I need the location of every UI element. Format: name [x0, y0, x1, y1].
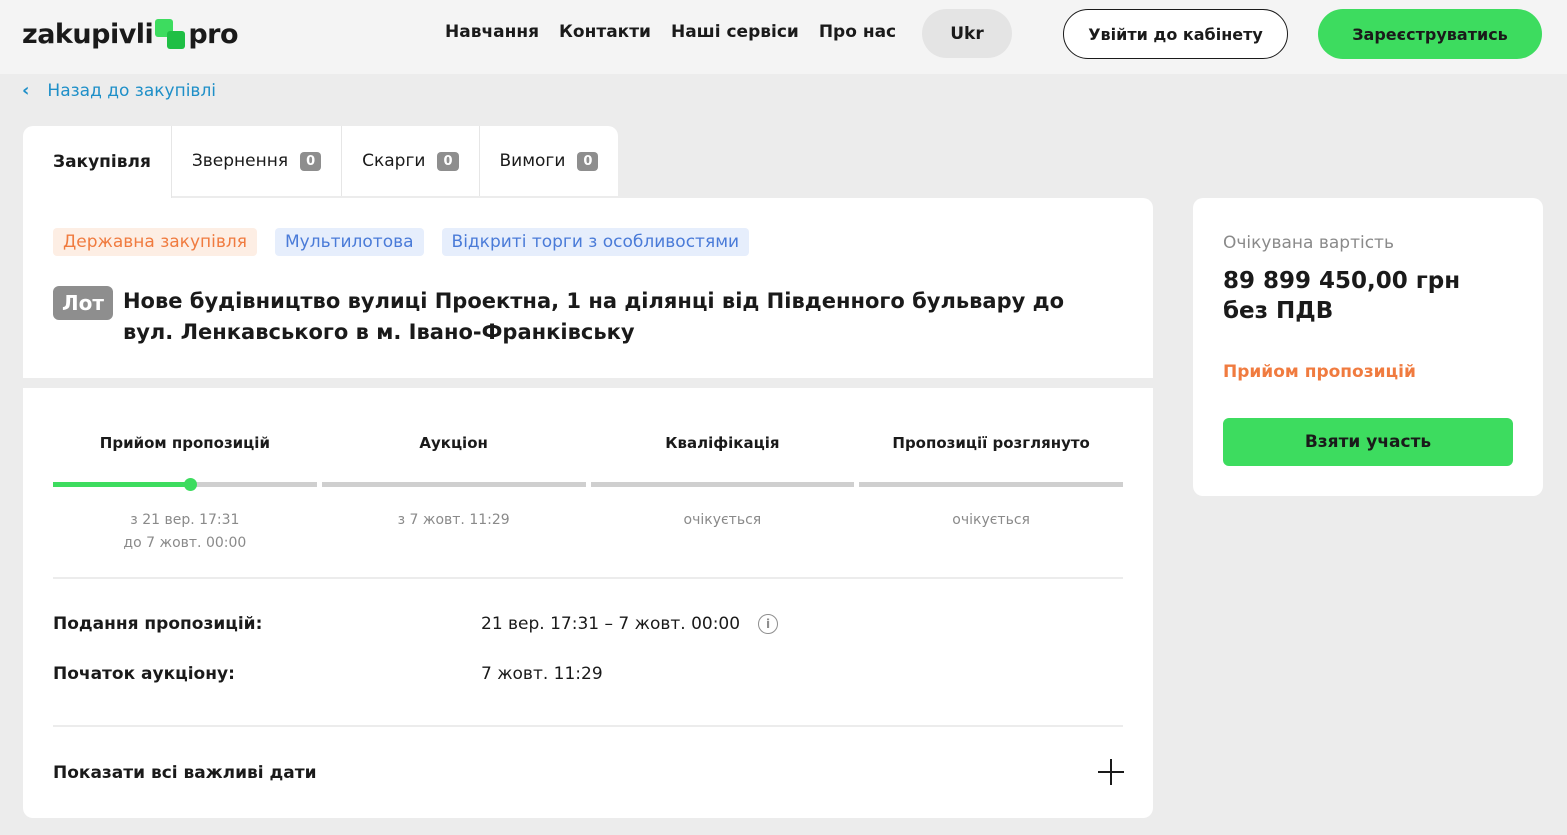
info-icon[interactable]: i: [758, 614, 779, 634]
lot-label: Лот: [53, 286, 113, 320]
expected-value-label: Очікувана вартість: [1223, 233, 1394, 253]
logo-text-right: pro: [188, 18, 239, 50]
tab-label: Скарги: [362, 151, 426, 171]
tender-status: Прийом пропозицій: [1223, 362, 1416, 382]
chevron-left-icon: ‹: [22, 80, 30, 101]
stage-progress-bar: [321, 482, 586, 487]
stage-date-line: очікується: [683, 512, 762, 528]
badge-procedure-type: Відкриті торги з особливостями: [441, 228, 750, 256]
stage-item: Пропозиції розглянуто очікується: [859, 434, 1123, 555]
language-switch[interactable]: Ukr: [922, 9, 1012, 58]
badge-state-procurement: Державна закупівля: [53, 228, 257, 256]
stage-progress: Прийом пропозицій з 21 вер. 17:31 до 7 ж…: [53, 434, 1123, 555]
price-card: Очікувана вартість 89 899 450,00 грн без…: [1193, 198, 1543, 496]
stage-item: Прийом пропозицій з 21 вер. 17:31 до 7 ж…: [53, 434, 317, 555]
tab-tender[interactable]: Закупівля: [23, 126, 172, 198]
take-part-button[interactable]: Взяти участь: [1223, 418, 1513, 466]
divider: [53, 725, 1123, 727]
stage-progress-bar: [859, 482, 1123, 487]
auction-start-row: Початок аукціону: 7 жовт. 11:29: [53, 664, 603, 684]
nav-item-services[interactable]: Наші сервіси: [671, 22, 799, 42]
submission-period-value: 21 вер. 17:31 – 7 жовт. 00:00: [481, 614, 741, 634]
tender-timeline-card: Прийом пропозицій з 21 вер. 17:31 до 7 ж…: [23, 388, 1153, 818]
register-button[interactable]: Зареєструватись: [1318, 9, 1542, 59]
stage-title: Кваліфікація: [665, 434, 780, 452]
stage-title: Пропозиції розглянуто: [892, 434, 1090, 452]
stage-title: Аукціон: [419, 434, 488, 452]
tab-count-badge: 0: [300, 151, 322, 171]
submission-period-label: Подання пропозицій:: [53, 614, 263, 634]
back-link-label: Назад до закупівлі: [47, 80, 217, 101]
badge-multilot: Мультилотова: [274, 228, 424, 256]
lot-header: Лот Нове будівництво вулиці Проектна, 1 …: [53, 286, 1113, 348]
logo-text-left: zakupivli: [22, 18, 154, 50]
stage-date-line: з 21 вер. 17:31: [130, 512, 240, 528]
stage-dates: з 7 жовт. 11:29: [322, 509, 586, 532]
submission-period-row: Подання пропозицій: 21 вер. 17:31 – 7 жо…: [53, 614, 779, 634]
tab-label: Вимоги: [499, 151, 566, 171]
stage-current-marker: [184, 478, 198, 491]
stage-dates: очікується: [591, 509, 855, 532]
stage-progress-bar: [590, 482, 855, 487]
stage-dates: очікується: [859, 509, 1123, 532]
login-button[interactable]: Увійти до кабінету: [1063, 9, 1288, 59]
stage-item: Кваліфікація очікується: [590, 434, 855, 555]
stage-date-line: з 7 жовт. 11:29: [397, 512, 510, 528]
site-logo[interactable]: zakupivli pro: [22, 14, 239, 54]
tab-complaints[interactable]: Скарги 0: [342, 126, 480, 196]
back-link[interactable]: ‹ Назад до закупівлі: [22, 80, 216, 101]
main-nav: Навчання Контакти Наші сервіси Про нас: [445, 22, 896, 42]
tender-badges: Державна закупівля Мультилотова Відкриті…: [53, 228, 750, 256]
nav-item-about[interactable]: Про нас: [819, 22, 896, 42]
lot-title: Нове будівництво вулиці Проектна, 1 на д…: [122, 289, 1064, 344]
stage-progress-fill: [53, 482, 191, 487]
tender-summary-card: Державна закупівля Мультилотова Відкриті…: [23, 198, 1153, 378]
stage-item: Аукціон з 7 жовт. 11:29: [321, 434, 586, 555]
auction-start-value: 7 жовт. 11:29: [481, 664, 603, 684]
tab-claims[interactable]: Вимоги 0: [479, 126, 619, 196]
show-all-dates-toggle[interactable]: Показати всі важливі дати: [53, 763, 317, 783]
stage-title: Прийом пропозицій: [99, 434, 270, 452]
auction-start-label: Початок аукціону:: [53, 664, 235, 684]
stage-date-line: до 7 жовт. 00:00: [123, 535, 247, 551]
logo-mark-icon: [155, 19, 186, 49]
nav-item-training[interactable]: Навчання: [445, 22, 539, 42]
stage-progress-bar: [53, 478, 317, 491]
stage-dates: з 21 вер. 17:31 до 7 жовт. 00:00: [53, 509, 317, 555]
divider: [53, 577, 1123, 579]
tender-tabs: Закупівля Звернення 0 Скарги 0 Вимоги 0: [23, 126, 619, 198]
plus-icon[interactable]: [1098, 759, 1124, 785]
site-header: zakupivli pro Навчання Контакти Наші сер…: [0, 0, 1567, 74]
stage-date-line: очікується: [952, 512, 1030, 528]
nav-item-contacts[interactable]: Контакти: [559, 22, 651, 42]
tab-label: Закупівля: [53, 152, 151, 172]
tab-label: Звернення: [191, 151, 289, 171]
tab-appeals[interactable]: Звернення 0: [171, 126, 343, 196]
expected-value-amount: 89 899 450,00 грн без ПДВ: [1223, 268, 1461, 324]
tab-count-badge: 0: [577, 151, 599, 171]
tab-count-badge: 0: [437, 151, 459, 171]
